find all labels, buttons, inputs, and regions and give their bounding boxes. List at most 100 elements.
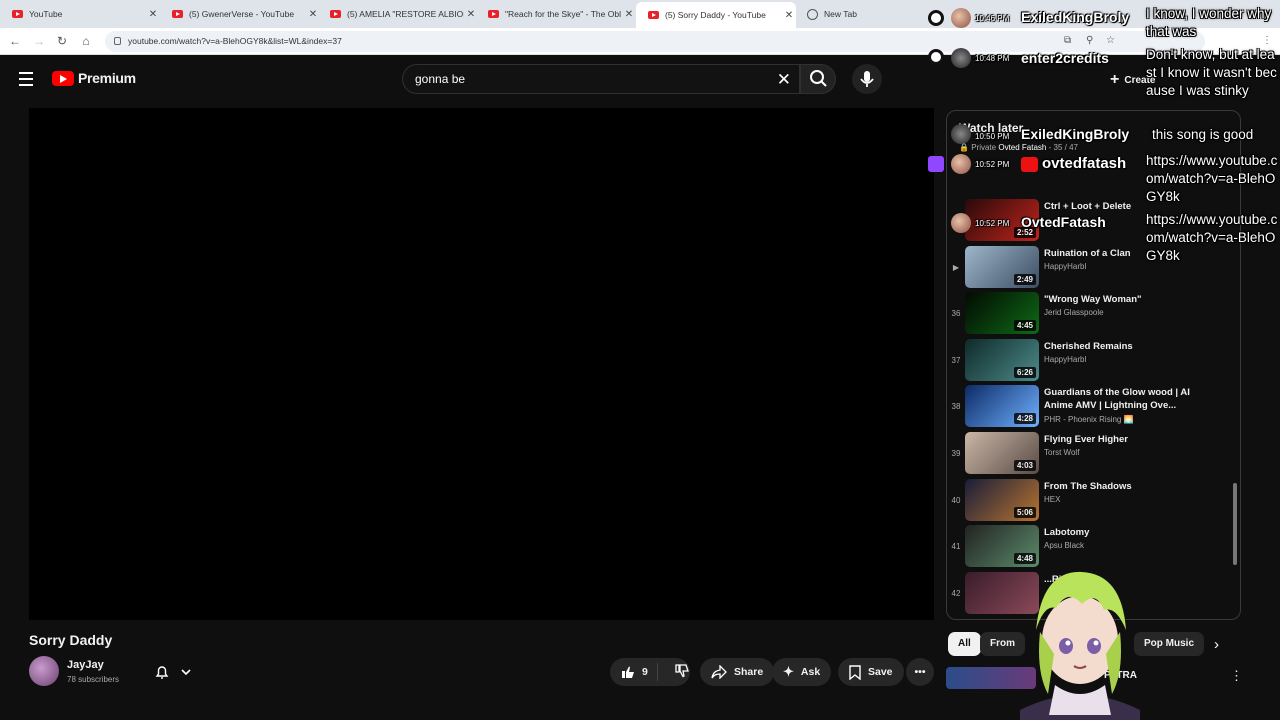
lock-icon: 🔒 [959, 143, 969, 152]
save-bookmark-icon [849, 664, 861, 680]
site-info-icon[interactable] [114, 37, 121, 45]
more-vertical-icon[interactable]: ⋮ [1230, 668, 1243, 684]
playlist-item-channel: Apsu Black [1044, 541, 1085, 551]
playlist-item-thumbnail[interactable]: 2:49 [965, 245, 1039, 288]
close-tab-icon[interactable]: ✕ [622, 9, 636, 20]
youtube-play-icon [52, 70, 74, 86]
playlist-item-index: 36 [951, 309, 961, 319]
bookmark-star-icon[interactable]: ☆ [1106, 35, 1115, 46]
playlist-item-thumbnail[interactable]: 4:45 [965, 292, 1039, 335]
playlist-item-title[interactable]: "Wrong Way Woman" [1044, 293, 1194, 306]
install-app-icon[interactable]: ⧉ [1064, 35, 1071, 46]
channel-name[interactable]: JayJay [67, 659, 104, 671]
close-tab-icon[interactable]: ✕ [782, 10, 796, 21]
chat-message: https://www.youtube.com/watch?v=a-BlehOG… [1146, 212, 1278, 263]
globe-icon [807, 8, 818, 20]
browser-tab[interactable]: YouTube ✕ [0, 3, 160, 25]
bell-icon [155, 666, 169, 679]
clear-search-icon[interactable]: ✕ [777, 70, 791, 90]
url-field[interactable]: youtube.com/watch?v=a-BlehOGY8k&list=WL&… [105, 31, 1205, 52]
playlist-item[interactable]: 39 4:03 Flying Ever Higher Torst Wolf [947, 432, 1227, 478]
platform-icon [928, 10, 944, 26]
playlist-item-title[interactable]: Labotomy [1044, 526, 1194, 539]
playlist-item-thumbnail[interactable]: 5:06 [965, 478, 1039, 521]
chat-timestamp: 10:52 PM [975, 219, 1010, 228]
platform-icon [928, 49, 944, 65]
playlist-item-channel: HappyHarbl [1044, 354, 1087, 364]
close-tab-icon[interactable]: ✕ [146, 9, 160, 20]
chat-user-avatar [951, 8, 971, 28]
duration-badge: 4:45 [1013, 320, 1036, 332]
tab-label: (5) AMELIA "RESTORE ALBION" [347, 9, 464, 19]
forward-arrow-icon[interactable]: → [31, 34, 47, 48]
dislike-button[interactable] [665, 663, 690, 682]
tab-label: "Reach for the Skye" - The Obl [505, 9, 621, 19]
tab-label: (5) Sorry Daddy - YouTube [665, 10, 766, 20]
playlist-item-channel: Torst Wolf [1044, 448, 1080, 457]
microphone-icon [860, 71, 874, 87]
playlist-item-channel: PHR - Phoenix Rising 🌅 [1044, 415, 1134, 425]
share-button[interactable]: Share [700, 658, 775, 686]
playlist-item-title[interactable]: Cherished Remains [1044, 340, 1194, 353]
channel-avatar[interactable] [29, 656, 59, 686]
chat-user-avatar [951, 124, 971, 144]
browser-tab-active[interactable]: (5) Sorry Daddy - YouTube ✕ [636, 2, 796, 28]
playlist-item[interactable]: 37 6:26 Cherished Remains HappyHarbl [947, 338, 1227, 385]
browser-tab[interactable]: "Reach for the Skye" - The Obl ✕ [476, 3, 636, 25]
playlist-item-thumbnail[interactable]: 4:28 [965, 385, 1039, 428]
playlist-item-index: ▶ [952, 262, 960, 272]
playlist-item-index: 42 [951, 588, 961, 598]
like-dislike-group: 9 [610, 658, 690, 686]
playlist-item-channel: Jerid Glasspoole [1044, 308, 1104, 318]
playlist-item-index: 41 [951, 542, 961, 552]
home-icon[interactable]: ⌂ [78, 34, 94, 48]
duration-badge: 2:49 [1013, 273, 1036, 285]
playlist-item-thumbnail[interactable]: 6:26 [965, 338, 1039, 381]
chat-username: ExiledKingBroly [1021, 9, 1130, 25]
playlist-item[interactable]: 36 4:45 "Wrong Way Woman" Jerid Glasspoole [947, 292, 1227, 338]
voice-search-button[interactable] [852, 64, 882, 94]
video-title: Sorry Daddy [29, 632, 113, 648]
reload-icon[interactable]: ↻ [54, 34, 70, 48]
logo-text: Premium [78, 70, 136, 86]
chat-user-avatar [951, 154, 971, 174]
playlist-scrollbar[interactable] [1233, 483, 1237, 565]
save-button[interactable]: Save [838, 658, 904, 686]
playlist-item-thumbnail[interactable]: 4:03 [965, 432, 1039, 474]
browser-tab[interactable]: New Tab [795, 3, 915, 25]
chip-all[interactable]: All [948, 632, 981, 656]
chat-message: Don't know, but at least I know it wasn'… [1146, 47, 1277, 98]
chat-message: this song is good [1152, 127, 1254, 142]
zoom-icon[interactable]: ⚲ [1086, 35, 1093, 46]
tab-label: YouTube [29, 9, 63, 19]
playlist-item-title[interactable]: Guardians of the Glow wood | AI Anime AM… [1044, 386, 1194, 412]
playlist-item[interactable]: 38 4:28 Guardians of the Glow wood | AI An… [947, 385, 1227, 431]
ask-button[interactable]: ✦ Ask [772, 658, 832, 686]
video-player[interactable] [29, 108, 934, 620]
chat-username: ovtedfatash [1042, 155, 1127, 172]
chat-user-avatar [951, 213, 971, 233]
playlist-item-index: 39 [951, 449, 961, 458]
back-arrow-icon[interactable]: ← [7, 34, 23, 48]
more-actions-button[interactable]: ••• [906, 658, 934, 686]
share-label: Share [734, 666, 764, 678]
notification-button[interactable] [146, 660, 206, 684]
chevron-right-icon[interactable]: › [1214, 636, 1219, 653]
browser-tab[interactable]: (5) AMELIA "RESTORE ALBION" ✕ [318, 3, 478, 25]
like-button[interactable]: 9 [610, 663, 658, 681]
playlist-item[interactable]: 40 5:06 From The Shadows HEX [947, 478, 1227, 525]
sparkle-icon: ✦ [783, 664, 794, 679]
playlist-owner[interactable]: Ovted Fatash [998, 143, 1046, 152]
ask-label: Ask [800, 666, 821, 678]
chat-username: enter2credits [1021, 50, 1109, 66]
hamburger-menu-icon[interactable] [19, 72, 33, 90]
playlist-item-title[interactable]: From The Shadows [1044, 480, 1194, 493]
playlist-item-title[interactable]: Flying Ever Higher [1044, 433, 1194, 446]
chat-timestamp: 10:48 PM [975, 54, 1010, 63]
tab-label: (5) GwenerVerse - YouTube [189, 9, 295, 19]
browser-tab[interactable]: (5) GwenerVerse - YouTube ✕ [160, 3, 320, 25]
search-button[interactable] [800, 64, 836, 94]
youtube-logo[interactable]: Premium [52, 70, 136, 86]
plus-icon: + [1110, 71, 1120, 88]
search-input[interactable] [415, 72, 755, 86]
